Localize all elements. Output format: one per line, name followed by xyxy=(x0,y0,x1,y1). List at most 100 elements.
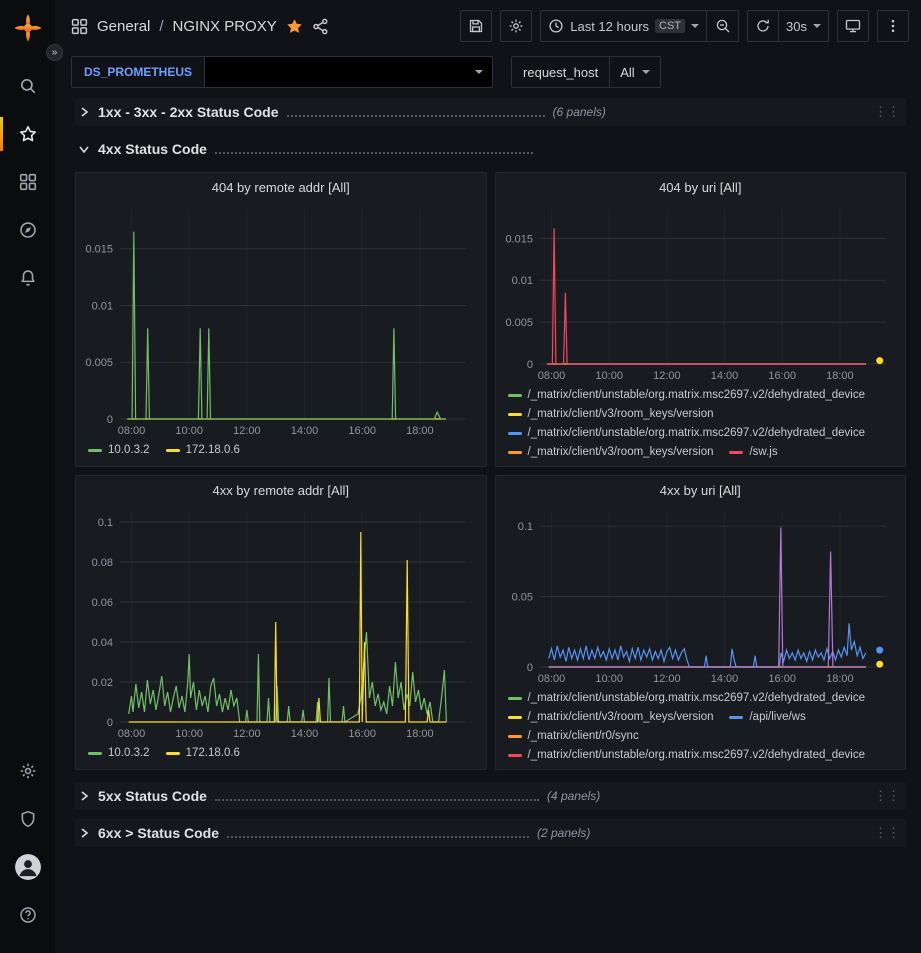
legend-item[interactable]: /_matrix/client/v3/room_keys/version xyxy=(508,405,714,424)
row-4xx[interactable]: 4xx Status Code xyxy=(75,135,906,163)
legend-item[interactable]: /_matrix/client/v3/room_keys/version xyxy=(508,708,714,727)
timeseries-chart[interactable]: 08:0010:0012:0014:0016:0018:0000.050.1 xyxy=(502,504,900,687)
svg-text:0.1: 0.1 xyxy=(98,517,113,529)
row-drag-handle[interactable]: ⋮⋮ xyxy=(874,788,900,804)
zoom-out-icon xyxy=(715,18,731,34)
breadcrumb-section[interactable]: General xyxy=(97,18,150,35)
svg-text:10:00: 10:00 xyxy=(595,370,623,382)
legend-swatch xyxy=(508,754,522,757)
sidebar-item-dashboards[interactable] xyxy=(0,162,55,202)
row-1xx-3xx-2xx[interactable]: 1xx - 3xx - 2xx Status Code (6 panels) ⋮… xyxy=(75,98,906,126)
chevron-right-icon xyxy=(78,790,90,802)
row-drag-handle[interactable]: ⋮⋮ xyxy=(874,825,900,841)
legend-label: /_matrix/client/v3/room_keys/version xyxy=(528,708,714,727)
legend-label: /_matrix/client/v3/room_keys/version xyxy=(528,443,714,462)
dashboard-variables-bar: DS_PROMETHEUS request_host All xyxy=(55,52,921,92)
tv-mode-button[interactable] xyxy=(837,10,869,42)
panel-legend: /_matrix/client/unstable/org.matrix.msc2… xyxy=(496,687,906,769)
refresh-interval-dropdown[interactable]: 30s xyxy=(779,10,829,42)
grafana-logo[interactable] xyxy=(12,12,44,44)
svg-text:14:00: 14:00 xyxy=(291,728,319,740)
legend-label: /_matrix/client/unstable/org.matrix.msc2… xyxy=(528,689,866,708)
legend-item[interactable]: /_matrix/client/unstable/org.matrix.msc2… xyxy=(508,424,866,443)
legend-item[interactable]: /_matrix/client/r0/sync xyxy=(508,727,639,746)
svg-text:12:00: 12:00 xyxy=(233,425,261,437)
sidebar xyxy=(0,0,55,953)
legend-item[interactable]: 172.18.0.6 xyxy=(166,744,240,763)
legend-item[interactable]: /_matrix/client/unstable/org.matrix.msc2… xyxy=(508,689,866,708)
legend-swatch xyxy=(508,735,522,738)
timeseries-chart[interactable]: 08:0010:0012:0014:0016:0018:0000.020.040… xyxy=(82,504,480,742)
row-5xx[interactable]: 5xx Status Code (4 panels) ⋮⋮ xyxy=(75,782,906,810)
sidebar-item-help[interactable] xyxy=(0,895,55,935)
request-host-variable: request_host All xyxy=(511,56,661,88)
sidebar-expand-button[interactable]: » xyxy=(46,44,63,61)
panel-title[interactable]: 4xx by remote addr [All] xyxy=(76,476,486,504)
legend-item[interactable]: 10.0.3.2 xyxy=(88,441,150,460)
request-host-variable-label[interactable]: request_host xyxy=(511,56,610,88)
row-drag-handle[interactable]: ⋮⋮ xyxy=(874,104,900,120)
datasource-variable-select[interactable] xyxy=(205,56,493,88)
request-host-variable-value: All xyxy=(620,65,634,80)
sidebar-item-starred[interactable] xyxy=(0,114,55,154)
svg-text:0: 0 xyxy=(526,662,532,674)
gear-icon xyxy=(508,18,524,34)
kebab-menu-button[interactable] xyxy=(877,10,909,42)
chevron-down-icon xyxy=(78,143,90,155)
time-picker-button[interactable]: Last 12 hours CST xyxy=(540,10,707,42)
timeseries-chart[interactable]: 08:0010:0012:0014:0016:0018:0000.0050.01… xyxy=(82,201,480,439)
favorite-star-icon[interactable] xyxy=(286,18,303,35)
row-dots xyxy=(287,108,545,117)
time-zone-badge: CST xyxy=(655,19,685,33)
zoom-out-button[interactable] xyxy=(707,10,739,42)
legend-item[interactable]: 172.18.0.6 xyxy=(166,441,240,460)
timeseries-chart[interactable]: 08:0010:0012:0014:0016:0018:0000.0050.01… xyxy=(502,201,900,384)
panel-title[interactable]: 404 by uri [All] xyxy=(496,173,906,201)
sidebar-item-explore[interactable] xyxy=(0,210,55,250)
legend-item[interactable]: /_matrix/client/v3/room_keys/version xyxy=(508,443,714,462)
svg-text:14:00: 14:00 xyxy=(291,425,319,437)
refresh-button[interactable] xyxy=(747,10,779,42)
breadcrumb-title: NGINX PROXY xyxy=(173,18,277,35)
profile-avatar xyxy=(15,854,41,880)
shield-icon xyxy=(19,810,37,828)
row-6xx[interactable]: 6xx > Status Code (2 panels) ⋮⋮ xyxy=(75,819,906,847)
sidebar-item-alerting[interactable] xyxy=(0,258,55,298)
panel-title[interactable]: 404 by remote addr [All] xyxy=(76,173,486,201)
sidebar-item-search[interactable] xyxy=(0,66,55,106)
legend-item[interactable]: /sw.js xyxy=(729,443,777,462)
svg-text:16:00: 16:00 xyxy=(768,673,796,685)
share-icon[interactable] xyxy=(312,18,329,35)
legend-label: /_matrix/client/r0/sync xyxy=(528,727,639,746)
row-panel-count: (6 panels) xyxy=(553,105,606,119)
dashboard-settings-button[interactable] xyxy=(500,10,532,42)
legend-item[interactable]: 10.0.3.2 xyxy=(88,744,150,763)
legend-swatch xyxy=(88,752,102,755)
legend-item[interactable]: /api/live/ws xyxy=(729,708,805,727)
time-range-label: Last 12 hours xyxy=(570,19,649,34)
panel-title[interactable]: 4xx by uri [All] xyxy=(496,476,906,504)
legend-swatch xyxy=(729,451,743,454)
datasource-variable-label[interactable]: DS_PROMETHEUS xyxy=(71,56,205,88)
save-dashboard-button[interactable] xyxy=(460,10,492,42)
request-host-variable-select[interactable]: All xyxy=(610,56,660,88)
legend-label: 172.18.0.6 xyxy=(186,744,240,763)
svg-text:10:00: 10:00 xyxy=(175,728,203,740)
sidebar-bottom-nav xyxy=(0,751,55,943)
sidebar-item-profile[interactable] xyxy=(0,847,55,887)
svg-text:0.1: 0.1 xyxy=(517,521,532,533)
svg-text:08:00: 08:00 xyxy=(118,425,146,437)
legend-label: 10.0.3.2 xyxy=(108,744,150,763)
legend-swatch xyxy=(88,449,102,452)
svg-text:0: 0 xyxy=(526,359,532,371)
panel-4xx-by-uri: 4xx by uri [All] 08:0010:0012:0014:0016:… xyxy=(495,475,907,770)
legend-item[interactable]: /_matrix/client/unstable/org.matrix.msc2… xyxy=(508,746,866,765)
sidebar-item-configuration[interactable] xyxy=(0,751,55,791)
sidebar-item-server-admin[interactable] xyxy=(0,799,55,839)
svg-text:18:00: 18:00 xyxy=(406,425,434,437)
legend-swatch xyxy=(508,413,522,416)
breadcrumb: General / NGINX PROXY xyxy=(71,18,329,35)
legend-item[interactable]: /_matrix/client/unstable/org.matrix.msc2… xyxy=(508,386,866,405)
svg-text:18:00: 18:00 xyxy=(826,370,854,382)
svg-text:12:00: 12:00 xyxy=(653,673,681,685)
